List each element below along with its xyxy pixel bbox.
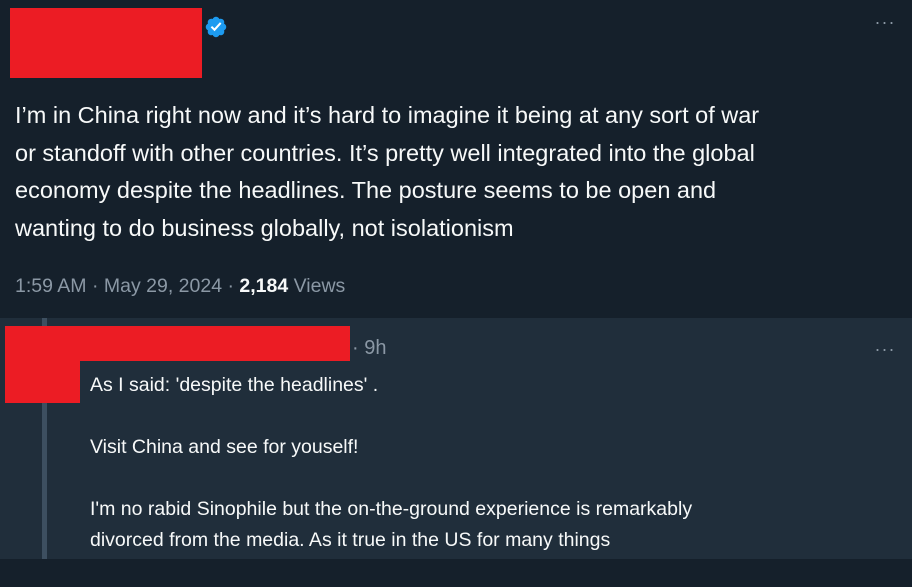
tweet-text-line: I’m in China right now and it’s hard to … [15, 102, 760, 128]
views-count[interactable]: 2,184 [239, 275, 288, 297]
reply-text-line: divorced from the media. As it true in t… [90, 529, 611, 551]
reply-more-options-icon[interactable]: ··· [872, 340, 898, 362]
tweet-text: I’m in China right now and it’s hard to … [15, 97, 905, 247]
tweet-meta: 1:59 AM · May 29, 2024 · 2,184 Views [15, 272, 345, 300]
tweet-text-line: wanting to do business globally, not iso… [15, 214, 514, 241]
main-tweet: ··· I’m in China right now and it’s hard… [0, 0, 912, 318]
reply-paragraph: I'm no rabid Sinophile but the on-the-gr… [90, 494, 890, 556]
redacted-reply-avatar [5, 361, 80, 403]
redacted-author-block [10, 8, 202, 78]
reply-text-line: Visit China and see for youself! [90, 436, 359, 458]
reply-tweet[interactable]: · 9h ··· As I said: 'despite the headlin… [0, 318, 912, 559]
reply-paragraph: Visit China and see for youself! [90, 432, 890, 463]
reply-text: As I said: 'despite the headlines' . Vis… [90, 370, 890, 587]
tweet-time[interactable]: 1:59 AM [15, 275, 87, 297]
tweet-text-line: economy despite the headlines. The postu… [15, 177, 717, 203]
more-options-icon[interactable]: ··· [872, 13, 898, 37]
redacted-reply-author [5, 326, 350, 361]
meta-separator: · [227, 275, 234, 297]
views-label: Views [293, 275, 346, 297]
reply-paragraph: As I said: 'despite the headlines' . [90, 370, 890, 401]
verified-badge-icon [205, 16, 227, 38]
tweet-date[interactable]: May 29, 2024 [104, 275, 222, 297]
tweet-text-line: or standoff with other countries. It’s p… [15, 139, 755, 166]
reply-text-line: I'm no rabid Sinophile but the on-the-gr… [90, 498, 693, 520]
reply-timestamp[interactable]: · 9h [352, 336, 386, 360]
reply-text-line: As I said: 'despite the headlines' . [90, 374, 379, 396]
meta-separator: · [91, 275, 99, 297]
